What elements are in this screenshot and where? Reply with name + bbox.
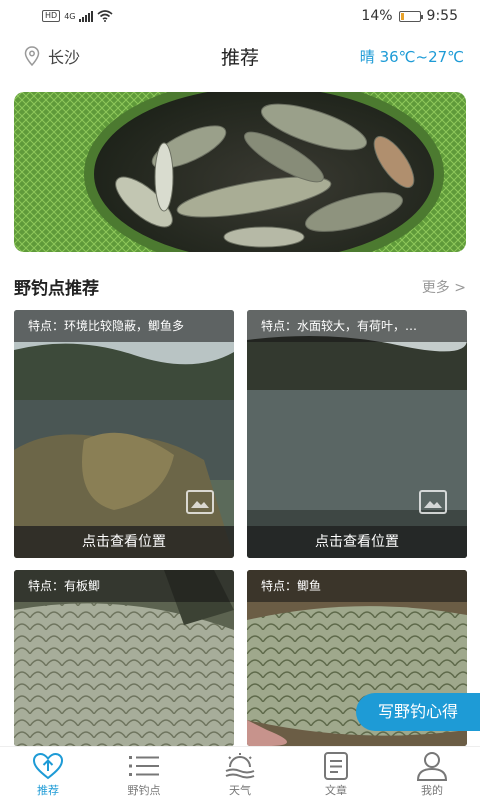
- hd-badge: HD: [42, 10, 61, 22]
- tab-recommend[interactable]: 推荐: [0, 747, 96, 800]
- fishing-spot-card[interactable]: 特点：水面较大，有荷叶，… 点击查看位置: [247, 310, 467, 558]
- battery-icon: [398, 10, 423, 22]
- spot-photo: [247, 310, 467, 558]
- card-feature: 特点：有板鲫: [14, 570, 234, 602]
- tab-weather[interactable]: 天气: [192, 747, 288, 800]
- article-icon: [324, 752, 348, 780]
- heart-arrow-icon: [32, 752, 64, 780]
- tab-label: 野钓点: [127, 784, 161, 797]
- status-left: HD 4G: [42, 10, 114, 22]
- tab-fishing-spots[interactable]: 野钓点: [96, 747, 192, 800]
- section-title: 野钓点推荐: [14, 279, 99, 299]
- bottom-tab-bar: 推荐 野钓点 天气 文章 我的: [0, 746, 480, 800]
- tab-articles[interactable]: 文章: [288, 747, 384, 800]
- image-icon: [419, 490, 447, 514]
- card-feature: 特点：环境比较隐蔽，鲫鱼多: [14, 310, 234, 342]
- fishing-spot-card[interactable]: 特点：环境比较隐蔽，鲫鱼多 点击查看位置: [14, 310, 234, 558]
- fishing-spot-card[interactable]: 特点：有板鲫: [14, 570, 234, 746]
- tab-label: 我的: [421, 784, 443, 797]
- section-header: 野钓点推荐 更多 >: [0, 268, 480, 304]
- app-header: 长沙 推荐 晴 36℃~27℃: [0, 32, 480, 80]
- tab-label: 推荐: [37, 784, 59, 797]
- card-feature: 特点：水面较大，有荷叶，…: [247, 310, 467, 342]
- clock: 9:55: [426, 8, 458, 24]
- fish-net-photo: [14, 92, 466, 252]
- spot-photo: [14, 310, 234, 558]
- weather-icon: [225, 753, 255, 779]
- card-feature: 特点：鲫鱼: [247, 570, 467, 602]
- wifi-icon: [97, 10, 114, 22]
- status-right: 14% 9:55: [361, 8, 458, 24]
- status-bar: HD 4G 14% 9:55: [0, 0, 480, 32]
- tab-label: 天气: [229, 784, 251, 797]
- write-notes-button[interactable]: 写野钓心得: [356, 693, 480, 731]
- tab-label: 文章: [325, 784, 347, 797]
- tab-profile[interactable]: 我的: [384, 747, 480, 800]
- view-location-button[interactable]: 点击查看位置: [247, 526, 467, 558]
- weather-summary[interactable]: 晴 36℃~27℃: [360, 46, 464, 67]
- view-location-button[interactable]: 点击查看位置: [14, 526, 234, 558]
- image-icon: [186, 490, 214, 514]
- user-icon: [416, 752, 448, 781]
- battery-percent: 14%: [361, 8, 393, 24]
- list-icon: [129, 756, 159, 776]
- signal-icon: [79, 10, 94, 22]
- more-link[interactable]: 更多 >: [422, 277, 466, 297]
- banner-image[interactable]: [14, 92, 466, 252]
- network-type: 4G: [64, 11, 76, 21]
